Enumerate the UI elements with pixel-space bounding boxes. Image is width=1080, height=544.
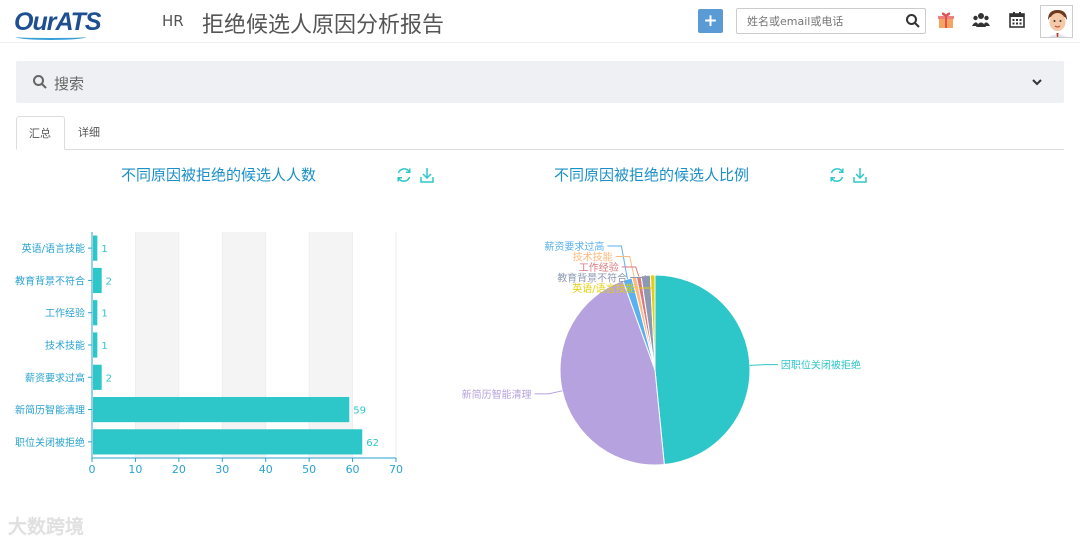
label-line — [534, 390, 563, 395]
y-tick-label: 薪资要求过高 — [25, 371, 85, 384]
refresh-icon[interactable] — [828, 166, 846, 184]
watermark: 大数跨境 — [8, 516, 85, 538]
bar — [93, 300, 98, 326]
label-line — [749, 364, 778, 366]
logo[interactable]: OurATS — [14, 8, 102, 40]
tab-detail[interactable]: 详细 — [66, 116, 112, 150]
data-label: 2 — [106, 373, 112, 384]
x-tick-label: 0 — [89, 463, 96, 476]
tab-bar: 汇总 详细 — [16, 116, 1064, 150]
data-label: 1 — [101, 341, 107, 352]
data-label: 1 — [101, 244, 107, 255]
top-bar: OurATS HR 拒绝候选人原因分析报告 + — [0, 0, 1080, 43]
bar — [93, 429, 363, 455]
data-label: 59 — [353, 406, 366, 417]
grid-band — [309, 232, 353, 458]
download-icon[interactable] — [418, 166, 436, 184]
global-search-input[interactable] — [737, 9, 902, 33]
tab-summary[interactable]: 汇总 — [16, 116, 65, 150]
slice-label: 因职位关闭被拒绝 — [781, 359, 861, 372]
bar — [93, 267, 102, 294]
chevron-down-icon[interactable] — [1030, 75, 1044, 89]
y-tick-label: 技术技能 — [45, 339, 85, 352]
gift-icon[interactable] — [937, 11, 955, 29]
filter-label: 搜索 — [54, 75, 85, 93]
x-tick-label: 20 — [172, 463, 186, 476]
x-tick-label: 60 — [346, 463, 360, 476]
bar — [93, 235, 98, 261]
y-tick-label: 教育背景不符合 — [15, 274, 85, 287]
x-tick-label: 50 — [302, 463, 316, 476]
global-search — [736, 8, 926, 34]
bar — [93, 332, 98, 358]
refresh-icon[interactable] — [395, 166, 413, 184]
slice-label: 教育背景不符合 — [557, 272, 627, 285]
bar-chart: 0 10 20 30 40 50 60 70 英语/语言技能 1 教育背景不符合 2 工作经验 1 技术技能… — [15, 232, 403, 476]
pie-slice — [654, 274, 751, 466]
users-icon[interactable] — [972, 11, 990, 29]
slice-label: 英语/语言技能 — [572, 282, 635, 295]
bar — [93, 364, 102, 390]
y-tick-label: 工作经验 — [45, 307, 85, 320]
bar-chart-title: 不同原因被拒绝的候选人人数 — [121, 166, 317, 184]
data-label: 62 — [366, 438, 379, 449]
data-label: 2 — [106, 276, 112, 287]
pie-chart-title: 不同原因被拒绝的候选人比例 — [554, 166, 750, 184]
x-tick-label: 10 — [128, 463, 142, 476]
add-button[interactable]: + — [698, 9, 723, 33]
x-tick-label: 40 — [259, 463, 273, 476]
slice-label: 技术技能 — [573, 251, 613, 264]
download-icon[interactable] — [851, 166, 869, 184]
grid-band — [135, 232, 179, 458]
avatar[interactable] — [1040, 5, 1073, 38]
y-tick-label: 新简历智能清理 — [15, 404, 85, 417]
y-tick-label: 职位关闭被拒绝 — [15, 436, 85, 449]
role-label: HR — [162, 12, 184, 30]
search-icon — [33, 75, 47, 89]
slice-label: 薪资要求过高 — [544, 240, 604, 253]
grid-band — [222, 232, 266, 458]
data-label: 1 — [101, 309, 107, 320]
bar — [93, 396, 350, 423]
pie-chart: 因职位关闭被拒绝新简历智能清理 薪资要求过高技术技能工作经验教育背景不符合英语/语… — [462, 240, 861, 466]
x-tick-label: 30 — [215, 463, 229, 476]
calendar-icon[interactable] — [1008, 11, 1026, 29]
filter-bar[interactable]: 搜索 — [16, 61, 1064, 103]
user-avatar-icon — [1041, 6, 1072, 37]
slice-label: 工作经验 — [579, 261, 619, 274]
slice-label: 新简历智能清理 — [462, 388, 532, 401]
page-title: 拒绝候选人原因分析报告 — [202, 13, 445, 38]
search-icon[interactable] — [905, 13, 921, 29]
x-tick-label: 70 — [389, 463, 403, 476]
y-tick-label: 英语/语言技能 — [22, 242, 85, 255]
